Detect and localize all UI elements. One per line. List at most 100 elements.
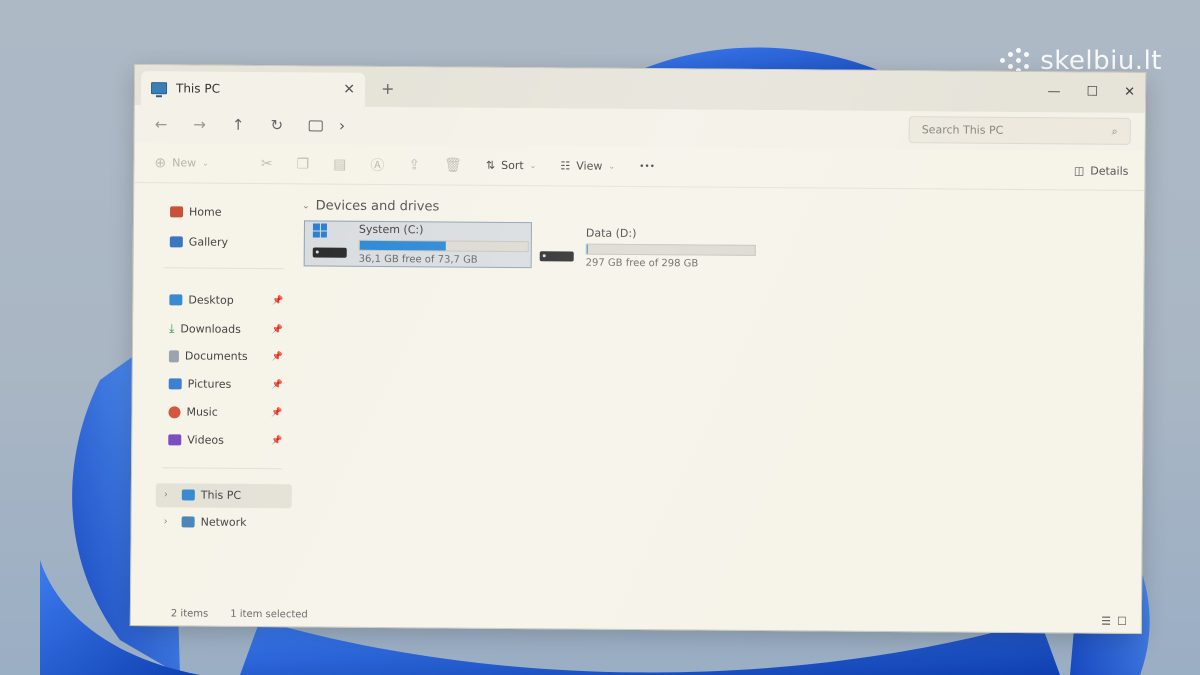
delete-icon[interactable]: 🗑 (444, 157, 462, 173)
sidebar-label: Home (189, 205, 222, 219)
view-icon: ☷ (560, 159, 571, 173)
documents-icon (168, 349, 179, 362)
home-icon (170, 206, 184, 218)
expand-chevron-icon[interactable]: › (164, 516, 168, 527)
pin-icon[interactable]: 📌 (272, 352, 283, 362)
new-button[interactable]: ⊕ New ⌄ (154, 155, 209, 171)
view-switcher: ☰ ☐ (1101, 615, 1127, 628)
tiles-view-icon[interactable]: ☐ (1117, 615, 1127, 628)
sidebar-label: Music (186, 405, 218, 419)
drive-info: System (C:) 36,1 GB free of 73,7 GB (359, 223, 531, 266)
drive-data-d[interactable]: Data (D:) 297 GB free of 298 GB (532, 224, 762, 272)
item-count: 2 items (170, 607, 209, 620)
drive-info: Data (D:) 297 GB free of 298 GB (586, 227, 762, 270)
sidebar-item-downloads[interactable]: ⤓ Downloads 📌 (169, 321, 289, 337)
network-icon (181, 516, 195, 528)
paste-icon[interactable]: ▤ (333, 156, 346, 172)
details-view-icon[interactable]: ☰ (1101, 615, 1111, 628)
this-pc-icon (181, 489, 195, 501)
sort-icon: ⇅ (485, 158, 496, 172)
chevron-down-icon: ⌄ (202, 158, 209, 168)
tab-this-pc[interactable]: This PC ✕ (140, 71, 366, 107)
sidebar-item-documents[interactable]: Documents 📌 (168, 349, 289, 363)
breadcrumb-chevron-icon[interactable]: › (339, 117, 345, 135)
copy-icon[interactable]: ❐ (297, 156, 310, 172)
sidebar-item-gallery[interactable]: Gallery (169, 235, 290, 249)
tab-title: This PC (175, 81, 221, 96)
hard-drive-icon (539, 251, 574, 262)
rename-icon[interactable]: Ⓐ (370, 154, 384, 174)
sidebar-item-desktop[interactable]: Desktop 📌 (169, 293, 289, 307)
file-explorer-window: This PC ✕ + — ☐ ✕ ← → ↑ ↻ › Search This … (129, 64, 1147, 634)
sidebar-label: Downloads (180, 322, 241, 336)
drive-system-c[interactable]: System (C:) 36,1 GB free of 73,7 GB (303, 220, 532, 269)
pin-icon[interactable]: 📌 (272, 325, 283, 335)
maximize-button[interactable]: ☐ (1086, 85, 1098, 100)
new-label: New (172, 156, 197, 170)
this-pc-icon (150, 82, 168, 95)
download-arrow-icon: ⤓ (169, 321, 175, 336)
search-input[interactable]: Search This PC ⌕ (908, 116, 1131, 145)
desktop-icon (169, 294, 183, 306)
minimize-button[interactable]: — (1047, 84, 1060, 99)
sidebar-item-videos[interactable]: Videos 📌 (168, 433, 288, 447)
up-button[interactable]: ↑ (232, 116, 245, 134)
more-options-button[interactable]: ••• (639, 162, 655, 172)
details-label: Details (1090, 164, 1129, 178)
sidebar-label: Gallery (188, 235, 229, 249)
gallery-icon (169, 236, 183, 248)
sidebar-label: Pictures (187, 377, 232, 391)
sidebar-label: Network (200, 515, 247, 529)
details-pane-icon: ◫ (1073, 164, 1085, 178)
tab-close-icon[interactable]: ✕ (343, 82, 355, 98)
drive-free-space: 297 GB free of 298 GB (585, 257, 699, 270)
chevron-down-icon: ⌄ (529, 161, 537, 171)
expand-chevron-icon[interactable]: › (164, 489, 168, 500)
drive-usage-bar (585, 243, 756, 256)
pictures-icon (168, 378, 182, 390)
sidebar-item-pictures[interactable]: Pictures 📌 (168, 377, 289, 391)
view-label: View (576, 159, 603, 173)
breadcrumb[interactable]: › (309, 116, 345, 135)
drive-free-space: 36,1 GB free of 73,7 GB (358, 253, 478, 266)
collapse-chevron-icon[interactable]: ⌄ (302, 201, 310, 211)
videos-icon (168, 434, 182, 446)
sidebar-label: Desktop (188, 293, 234, 307)
drive-label: Data (D:) (585, 226, 637, 240)
music-icon (168, 405, 181, 418)
details-button[interactable]: ◫ Details (1074, 164, 1129, 177)
windows-logo-icon (312, 223, 327, 238)
view-button[interactable]: ☷ View ⌄ (560, 159, 615, 172)
hard-drive-icon (312, 247, 347, 258)
sidebar-item-this-pc[interactable]: This PC (181, 488, 302, 502)
back-button[interactable]: ← (155, 115, 168, 133)
sidebar-item-music[interactable]: Music 📌 (168, 405, 288, 419)
drive-usage-fill (359, 240, 446, 251)
pin-icon[interactable]: 📌 (272, 296, 283, 306)
section-devices-and-drives[interactable]: ⌄ Devices and drives (302, 198, 439, 214)
drive-usage-fill (586, 244, 588, 254)
sidebar-item-network[interactable]: Network (181, 515, 302, 529)
sidebar-item-home[interactable]: Home (170, 205, 290, 219)
search-placeholder: Search This PC (921, 123, 1004, 137)
forward-button[interactable]: → (193, 116, 206, 134)
cut-icon[interactable]: ✂ (261, 156, 273, 172)
section-title: Devices and drives (315, 198, 440, 215)
pin-icon[interactable]: 📌 (271, 380, 282, 390)
drive-usage-bar (358, 239, 529, 253)
share-icon[interactable]: ⇪ (408, 157, 420, 173)
sidebar-label: Videos (187, 433, 224, 447)
window-controls: — ☐ ✕ (1047, 84, 1135, 100)
navigation-pane: Home Gallery Desktop 📌 ⤓ Downloads 📌 Doc… (131, 183, 294, 602)
content-pane: ⌄ Devices and drives System (C:) 36,1 GB… (291, 184, 1144, 609)
pin-icon[interactable]: 📌 (271, 408, 282, 418)
sidebar-label: Documents (184, 349, 248, 363)
selection-count: 1 item selected (230, 608, 308, 620)
close-window-button[interactable]: ✕ (1124, 85, 1135, 100)
new-tab-button[interactable]: + (381, 79, 395, 98)
refresh-button[interactable]: ↻ (270, 116, 283, 134)
chevron-down-icon: ⌄ (608, 161, 616, 171)
pin-icon[interactable]: 📌 (271, 436, 282, 446)
monitor-icon (309, 119, 324, 132)
sort-button[interactable]: ⇅ Sort ⌄ (486, 159, 537, 172)
